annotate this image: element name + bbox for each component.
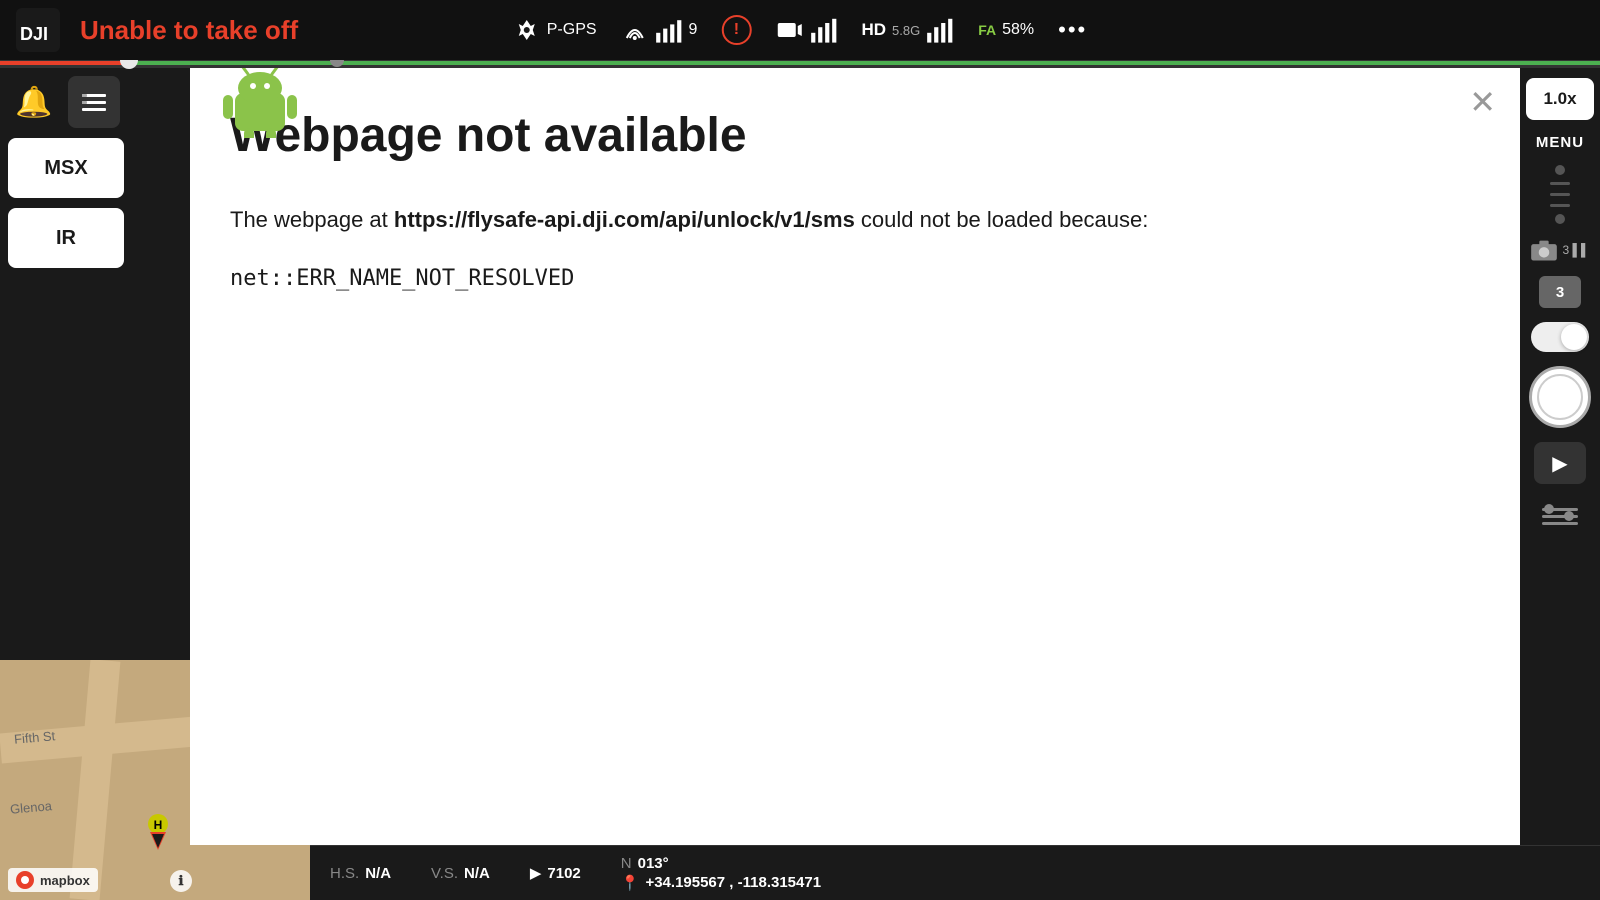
camera-area: 3 ▌▌ bbox=[1530, 238, 1589, 262]
shutter-button[interactable] bbox=[1529, 366, 1591, 428]
modal-overlay: ✕ Webpage not available The webpage at h… bbox=[190, 68, 1520, 845]
pin-icon: 📍 bbox=[621, 874, 640, 892]
right-dot-1 bbox=[1555, 165, 1565, 175]
rc-indicator: 9 bbox=[621, 16, 698, 44]
number-badge: 3 bbox=[1539, 276, 1581, 308]
vertical-speed-stat: V.S. N/A bbox=[431, 865, 490, 882]
video-indicator bbox=[775, 16, 837, 44]
coords-value: +34.195567 , -118.315471 bbox=[645, 874, 821, 891]
msx-button[interactable]: MSX bbox=[8, 138, 124, 198]
hd-freq: 5.8G bbox=[892, 23, 920, 38]
settings-knob-2 bbox=[1564, 511, 1574, 521]
heading-value: 013° bbox=[638, 855, 669, 872]
top-icons-row: 🔔 bbox=[8, 76, 182, 128]
android-icon bbox=[220, 68, 300, 138]
dji-logo: DJI bbox=[12, 4, 64, 56]
right-icon-row-top bbox=[1550, 165, 1570, 224]
gps-indicator: P-GPS bbox=[513, 16, 597, 44]
left-sidebar: 🔔 MSX IR bbox=[0, 68, 190, 276]
play-button[interactable]: ▶ bbox=[1534, 442, 1586, 484]
list-symbol bbox=[78, 86, 110, 118]
shutter-inner bbox=[1537, 374, 1583, 420]
vs-label: V.S. bbox=[431, 865, 458, 882]
more-options[interactable]: ••• bbox=[1058, 17, 1087, 43]
coords-stat: 📍 +34.195567 , -118.315471 bbox=[621, 874, 821, 892]
bell-symbol: 🔔 bbox=[15, 85, 52, 120]
modal-dialog: ✕ Webpage not available The webpage at h… bbox=[190, 68, 1520, 845]
mapbox-logo: mapbox bbox=[8, 868, 98, 892]
modal-title: Webpage not available bbox=[230, 108, 1480, 163]
drone-icon bbox=[513, 16, 541, 44]
right-dash-2 bbox=[1550, 193, 1570, 196]
list-icon[interactable] bbox=[68, 76, 120, 128]
menu-label: MENU bbox=[1536, 134, 1584, 151]
right-sidebar: 1.0x MENU 3 ▌▌ 3 ▶ bbox=[1520, 68, 1600, 544]
bottom-bar: H.S. N/A V.S. N/A ▶ 7102 N 013° 📍 +34.19… bbox=[310, 845, 1600, 900]
settings-line-2 bbox=[1542, 515, 1578, 518]
modal-body-prefix: The webpage at bbox=[230, 207, 394, 232]
play-icon: ▶ bbox=[1552, 451, 1567, 476]
hd-indicator: HD 5.8G bbox=[861, 16, 954, 44]
toggle-switch[interactable] bbox=[1531, 322, 1589, 352]
modal-close-button[interactable]: ✕ bbox=[1469, 86, 1496, 118]
settings-icon[interactable] bbox=[1537, 498, 1583, 534]
map-street-label-2: Glenoa bbox=[9, 798, 52, 817]
flight-time-stat: ▶ 7102 bbox=[530, 864, 581, 882]
mapbox-pin-icon bbox=[16, 871, 34, 889]
alert-circle-icon: ! bbox=[721, 15, 751, 45]
ir-button[interactable]: IR bbox=[8, 208, 124, 268]
fa-label: FA bbox=[978, 22, 996, 38]
settings-line-1 bbox=[1542, 508, 1578, 511]
mapbox-label: mapbox bbox=[40, 873, 90, 888]
drone-marker: H bbox=[140, 814, 176, 850]
info-symbol: ℹ bbox=[179, 873, 184, 889]
toggle-knob bbox=[1561, 324, 1587, 350]
gps-label: P-GPS bbox=[547, 21, 597, 39]
hs-label: H.S. bbox=[330, 865, 359, 882]
rc-signal-num: 9 bbox=[689, 21, 698, 39]
right-dash-1 bbox=[1550, 182, 1570, 185]
hs-value: N/A bbox=[365, 865, 391, 882]
right-dash-3 bbox=[1550, 204, 1570, 207]
three-dots-icon[interactable]: ••• bbox=[1058, 17, 1087, 43]
modal-error-code: net::ERR_NAME_NOT_RESOLVED bbox=[230, 266, 1480, 291]
top-center-indicators: P-GPS 9 ! bbox=[513, 15, 1087, 45]
horizontal-speed-stat: H.S. N/A bbox=[330, 865, 391, 882]
topbar: DJI Unable to take off P-GPS bbox=[0, 0, 1600, 60]
hd-label: HD bbox=[861, 20, 886, 40]
map-info-icon[interactable]: ℹ bbox=[170, 870, 192, 892]
settings-knob-1 bbox=[1544, 504, 1554, 514]
modal-body-text: The webpage at https://flysafe-api.dji.c… bbox=[230, 203, 1480, 236]
heading-stat: N 013° bbox=[621, 855, 821, 872]
modal-url: https://flysafe-api.dji.com/api/unlock/v… bbox=[394, 207, 855, 232]
flight-value: 7102 bbox=[547, 865, 580, 882]
signal-bars-icon bbox=[655, 16, 683, 44]
camera-mode-label: 3 ▌▌ bbox=[1562, 243, 1589, 257]
coords-section: N 013° 📍 +34.195567 , -118.315471 bbox=[621, 855, 821, 892]
zoom-button[interactable]: 1.0x bbox=[1526, 78, 1594, 120]
battery-indicator: FA 58% bbox=[978, 21, 1034, 39]
map-street-v bbox=[70, 660, 121, 900]
video-signal-icon bbox=[809, 16, 837, 44]
hd-signal-icon bbox=[926, 16, 954, 44]
right-dot-2 bbox=[1555, 214, 1565, 224]
n-label: N bbox=[621, 855, 632, 872]
modal-body-suffix: could not be loaded because: bbox=[855, 207, 1149, 232]
svg-text:H: H bbox=[154, 818, 163, 832]
camera-shutter-icon bbox=[1530, 238, 1558, 262]
drone-h-marker-icon: H bbox=[140, 814, 176, 850]
rc-icon bbox=[621, 16, 649, 44]
battery-pct: 58% bbox=[1002, 21, 1034, 39]
alert-indicator: ! bbox=[721, 15, 751, 45]
slider-track bbox=[0, 61, 1600, 65]
bell-icon[interactable]: 🔔 bbox=[8, 76, 60, 128]
android-symbol bbox=[220, 68, 300, 138]
settings-line-3 bbox=[1542, 522, 1578, 525]
camera-icon bbox=[775, 16, 803, 44]
svg-text:DJI: DJI bbox=[20, 24, 48, 44]
vs-value: N/A bbox=[464, 865, 490, 882]
flight-icon: ▶ bbox=[530, 864, 542, 882]
